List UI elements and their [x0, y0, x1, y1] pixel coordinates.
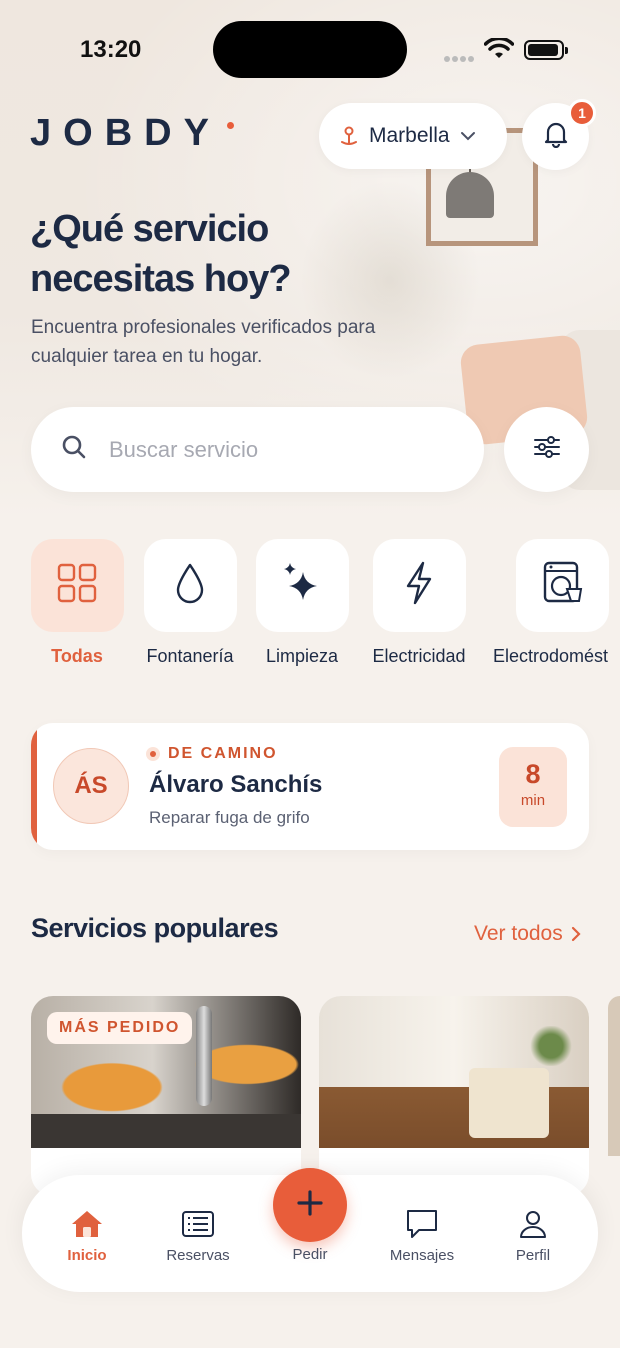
tab-label: Mensajes: [389, 1247, 455, 1264]
category-fontaneria[interactable]: Fontanería: [135, 539, 245, 667]
status-badge: DE CAMINO: [168, 745, 278, 762]
service-card[interactable]: MÁS PEDIDO: [31, 996, 301, 1196]
eta-box: 8 min: [499, 747, 567, 827]
sparkles-icon: [281, 560, 323, 611]
category-tile: [516, 539, 609, 632]
wifi-icon: [483, 36, 515, 65]
category-label: Limpieza: [265, 646, 339, 666]
dynamic-island: [213, 21, 407, 78]
tab-perfil[interactable]: Perfil: [483, 1207, 583, 1264]
eta-unit: min: [520, 792, 546, 809]
location-name: Marbella: [369, 124, 450, 147]
filter-button[interactable]: [504, 407, 589, 492]
category-label: Electrodomést: [493, 646, 609, 666]
grid-icon: [57, 563, 97, 608]
section-title: Servicios populares: [31, 913, 279, 943]
status-dot-icon: [146, 747, 160, 761]
lamp-decoration: [446, 172, 494, 218]
notification-badge: 1: [568, 99, 596, 127]
list-icon: [148, 1207, 248, 1241]
booking-task: Reparar fuga de grifo: [149, 808, 310, 827]
plus-icon: [295, 1188, 325, 1223]
lightning-icon: [403, 561, 435, 610]
service-card[interactable]: [319, 996, 589, 1196]
professional-name: Álvaro Sanchís: [149, 771, 323, 798]
home-screen: 13:20 JOBDY Marbella 1 ¿Qué servicio nec…: [0, 0, 620, 1348]
see-all-label: Ver todos: [474, 922, 563, 945]
category-tile: [30, 539, 124, 632]
location-selector[interactable]: Marbella: [319, 103, 507, 169]
active-booking-card[interactable]: ÁS DE CAMINO Álvaro Sanchís Reparar fuga…: [31, 723, 589, 850]
category-label: Electricidad: [372, 646, 466, 666]
see-all-link[interactable]: Ver todos: [474, 922, 581, 946]
water-drop-icon: [174, 562, 206, 609]
chevron-right-icon: [571, 926, 581, 942]
washing-machine-icon: [543, 561, 583, 610]
location-pin-icon: [339, 125, 359, 147]
tab-label: Inicio: [67, 1247, 107, 1264]
avatar: ÁS: [53, 748, 129, 824]
search-icon: [61, 434, 87, 465]
app-logo: JOBDY: [30, 112, 221, 154]
category-electrodomesticos[interactable]: Electrodomést: [493, 539, 620, 667]
category-tile: [372, 539, 466, 632]
page-subtitle: Encuentra profesionales verificados para…: [31, 317, 376, 367]
active-indicator-bar: [31, 723, 37, 850]
tab-reservas[interactable]: Reservas: [148, 1207, 248, 1264]
new-request-button[interactable]: [273, 1168, 347, 1242]
search-bar[interactable]: Buscar servicio: [31, 407, 484, 492]
eta-value: 8: [525, 759, 541, 789]
chevron-down-icon: [460, 131, 476, 141]
category-limpieza[interactable]: Limpieza: [247, 539, 357, 667]
sliders-icon: [533, 435, 561, 464]
page-title: ¿Qué servicio necesitas hoy?: [30, 208, 292, 300]
battery-icon: [524, 40, 568, 60]
tab-label: Reservas: [166, 1247, 230, 1264]
user-icon: [483, 1207, 583, 1241]
tab-label-pedir[interactable]: Pedir: [260, 1246, 360, 1263]
category-tile: [255, 539, 349, 632]
status-time: 13:20: [80, 36, 142, 63]
service-badge: MÁS PEDIDO: [47, 1012, 193, 1044]
tab-label: Perfil: [515, 1247, 551, 1264]
chat-icon: [372, 1207, 472, 1241]
logo-dot: [227, 122, 234, 129]
home-icon: [37, 1207, 137, 1241]
category-tile: [143, 539, 237, 632]
bell-icon: [543, 120, 569, 153]
service-card-peek[interactable]: [608, 996, 620, 1156]
tab-mensajes[interactable]: Mensajes: [372, 1207, 472, 1264]
category-electricidad[interactable]: Electricidad: [364, 539, 474, 667]
category-label: Fontanería: [146, 646, 234, 666]
signal-icon: [444, 49, 476, 62]
search-input[interactable]: Buscar servicio: [109, 437, 258, 463]
category-todas[interactable]: Todas: [22, 539, 132, 667]
category-label: Todas: [51, 646, 103, 666]
tab-inicio[interactable]: Inicio: [37, 1207, 137, 1264]
service-image: [319, 996, 589, 1148]
